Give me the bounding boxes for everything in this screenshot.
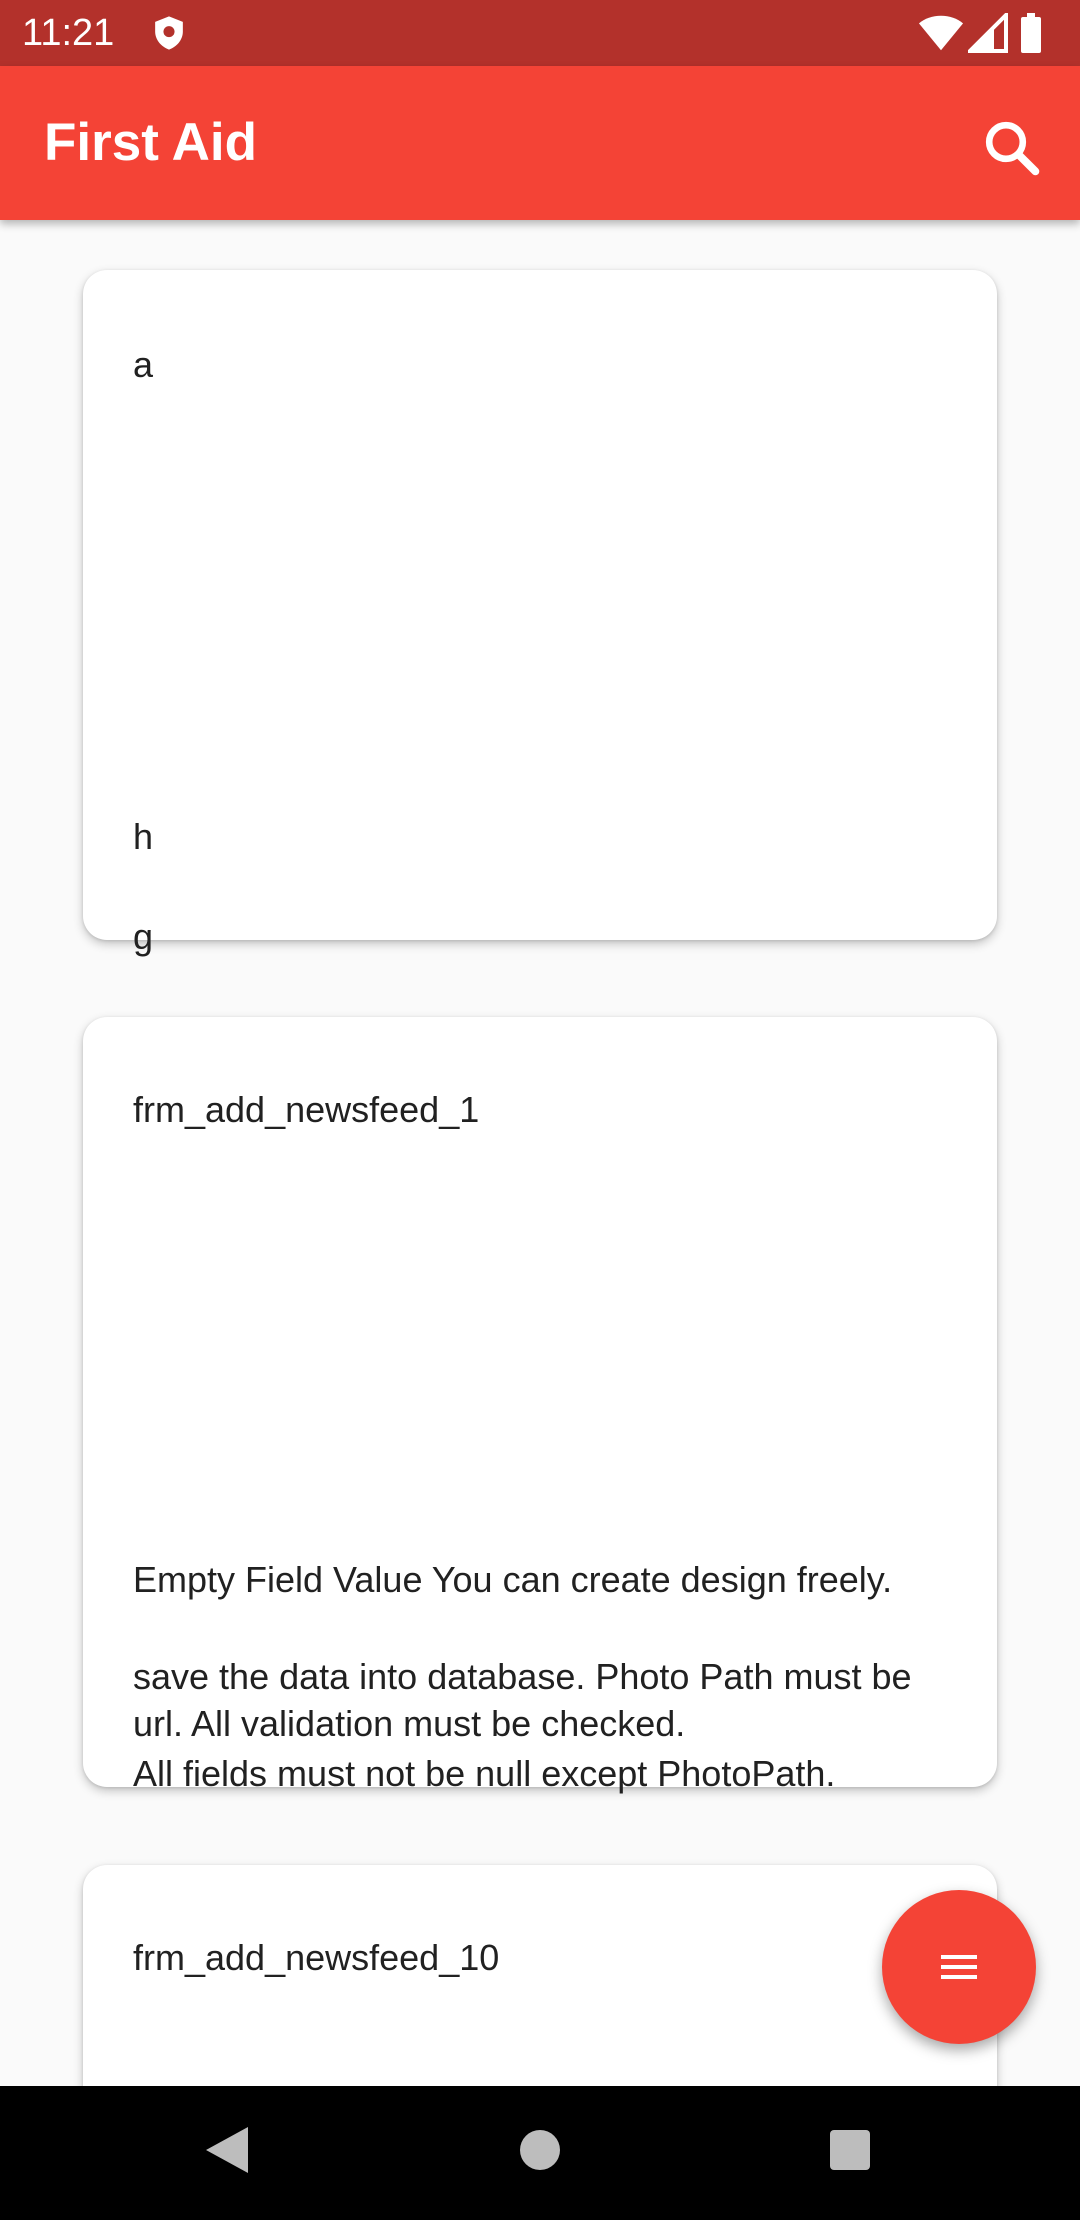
card-text: g	[133, 916, 154, 957]
menu-fab-button[interactable]	[882, 1890, 1036, 2044]
card-title: frm_add_newsfeed_1	[133, 1089, 480, 1130]
newsfeed-card[interactable]: frm_add_newsfeed_1 Empty Field Value You…	[83, 1017, 997, 1794]
home-icon[interactable]	[518, 2123, 562, 2177]
card-text: Empty Field Value You can create design …	[133, 1559, 893, 1600]
newsfeed-list[interactable]: a h g frm_add_newsfeed_1 Empty Field Val…	[0, 220, 1080, 2086]
card-text: save the data into database. Photo Path …	[133, 1656, 912, 1744]
search-button[interactable]	[976, 112, 1048, 184]
card-text: All fields must not be null except Photo…	[133, 1753, 836, 1794]
shield-icon	[155, 16, 183, 50]
recents-icon[interactable]	[828, 2123, 872, 2177]
app-title: First Aid	[44, 113, 257, 172]
card-text: h	[133, 816, 154, 857]
battery-icon	[1021, 13, 1041, 53]
menu-icon	[941, 1955, 977, 1979]
status-time: 11:21	[22, 12, 115, 54]
status-bar: 11:21	[0, 0, 1080, 66]
wifi-icon	[918, 15, 964, 51]
newsfeed-card[interactable]: a h g	[83, 270, 997, 957]
newsfeed-card[interactable]: frm_add_newsfeed_10	[83, 1865, 997, 2086]
search-icon	[985, 121, 1040, 176]
back-icon[interactable]	[202, 2123, 252, 2177]
signal-icon	[968, 13, 1008, 53]
card-title: frm_add_newsfeed_10	[133, 1937, 500, 1978]
navigation-bar	[0, 2086, 1080, 2220]
app-bar: First Aid	[0, 66, 1080, 220]
card-title: a	[133, 344, 154, 385]
